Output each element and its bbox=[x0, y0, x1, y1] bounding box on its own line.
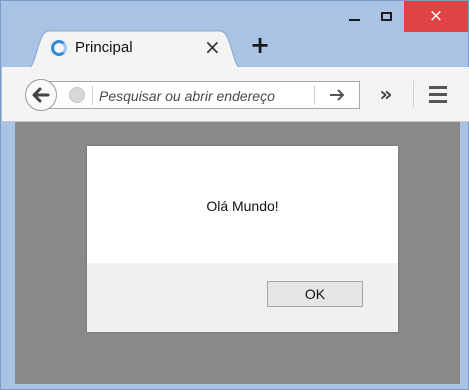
dialog-message: Olá Mundo! bbox=[206, 198, 279, 214]
page-content-overlay: Olá Mundo! OK bbox=[15, 122, 460, 384]
hamburger-menu-icon[interactable] bbox=[429, 86, 449, 104]
go-button[interactable] bbox=[326, 84, 348, 106]
tab-title: Principal bbox=[75, 39, 133, 56]
url-bar[interactable] bbox=[44, 81, 360, 109]
url-input[interactable] bbox=[99, 86, 299, 106]
back-button[interactable] bbox=[25, 79, 57, 111]
tab-close-icon[interactable]: × bbox=[204, 35, 221, 59]
minimize-icon bbox=[348, 19, 360, 21]
maximize-icon bbox=[380, 11, 392, 21]
close-icon: × bbox=[428, 6, 444, 26]
url-divider bbox=[92, 86, 93, 105]
forward-arrow-icon bbox=[330, 89, 345, 101]
toolbar-overflow-button[interactable]: » bbox=[374, 81, 398, 107]
globe-icon bbox=[69, 87, 85, 103]
back-arrow-icon bbox=[32, 87, 50, 103]
toolbar-divider bbox=[413, 81, 414, 107]
url-divider bbox=[314, 86, 315, 105]
dialog-footer: OK bbox=[87, 263, 398, 332]
tab-principal[interactable]: Principal × bbox=[27, 29, 242, 69]
minimize-button[interactable] bbox=[338, 1, 370, 31]
close-window-button[interactable]: × bbox=[404, 1, 468, 32]
navigation-toolbar: » bbox=[2, 67, 469, 122]
ok-button[interactable]: OK bbox=[267, 281, 363, 307]
alert-dialog: Olá Mundo! OK bbox=[87, 146, 398, 332]
browser-window: × Principal × + » bbox=[0, 0, 469, 390]
maximize-button[interactable] bbox=[370, 1, 402, 31]
new-tab-button[interactable]: + bbox=[248, 32, 272, 58]
loading-spinner-icon bbox=[51, 40, 67, 56]
